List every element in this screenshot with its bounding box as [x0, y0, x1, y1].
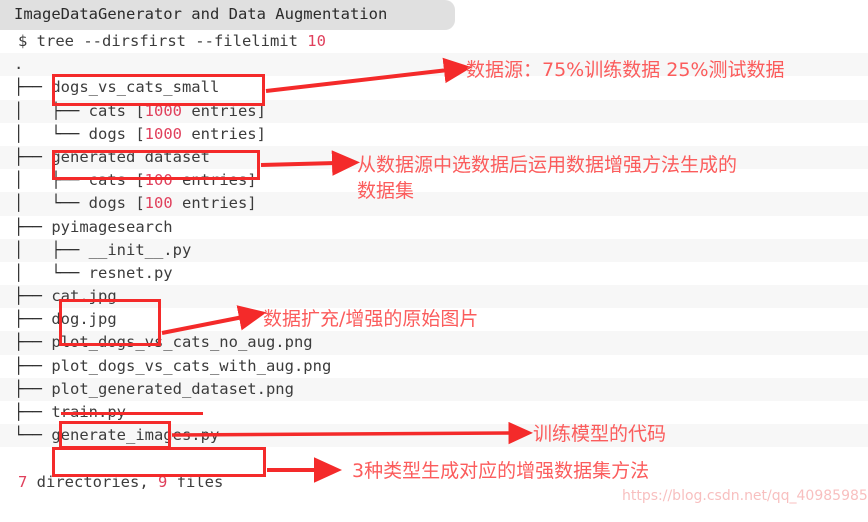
table-row: ├── plot_dogs_vs_cats_no_aug.png	[0, 331, 868, 355]
watermark: https://blog.csdn.net/qq_40985985	[622, 488, 868, 504]
tree-summary: 7 directories, 9 files	[18, 473, 223, 492]
tree-branch: ├──	[14, 356, 52, 375]
tree-name: cats [	[88, 101, 145, 120]
tree-line: │ ├── cats [1000 entries]	[14, 102, 266, 121]
tree-line: │ ├── __init__.py	[14, 241, 191, 260]
tree-branch: ├──	[14, 403, 52, 421]
shell-prompt: $	[18, 32, 37, 50]
tree-branch: ├──	[14, 379, 52, 398]
tree-suffix: entries]	[172, 171, 257, 190]
command-line: $ tree --dirsfirst --filelimit 10	[18, 32, 326, 51]
directory-count: 7	[18, 472, 28, 491]
tree-line: ├── generated dataset	[14, 148, 210, 167]
annotation-train-code: 训练模型的代码	[533, 423, 667, 445]
tree-name: dogs_vs_cats_small	[51, 78, 220, 97]
tree-line: │ ├── cats [100 entries]	[14, 171, 257, 190]
terminal-output: $ tree --dirsfirst --filelimit 10 . ├── …	[0, 30, 868, 494]
annotation-data-source: 数据源：75%训练数据 25%测试数据	[466, 59, 785, 81]
tree-name: generated dataset	[51, 147, 210, 166]
tree-suffix: entries]	[181, 101, 266, 120]
table-row: ├── plot_dogs_vs_cats_with_aug.png	[0, 354, 868, 378]
annotation-generated-dataset: 从数据源中选数据后运用数据增强方法生成的 数据集	[357, 154, 738, 202]
tree-name: plot_generated_dataset.png	[51, 379, 294, 398]
tree-branch: │ └──	[14, 194, 89, 213]
terminal-row-command: $ tree --dirsfirst --filelimit 10	[0, 30, 868, 54]
tree-name: plot_dogs_vs_cats_no_aug.png	[51, 333, 313, 352]
table-row: ├── cat.jpg	[0, 285, 868, 309]
command-arg: 10	[307, 32, 326, 50]
tree-branch: │ ├──	[14, 171, 89, 190]
table-row: ├── pyimagesearch	[0, 215, 868, 239]
table-row: │ └── resnet.py	[0, 261, 868, 286]
tree-branch: │ └──	[14, 263, 89, 282]
tree-name: __init__.py	[88, 240, 192, 259]
file-count: 9	[158, 472, 168, 491]
file-label: files	[167, 472, 224, 491]
table-row: ├── plot_generated_dataset.png	[0, 377, 868, 401]
tree-branch: ├──	[14, 287, 52, 306]
tree-branch: ├──	[14, 310, 52, 329]
tree-suffix: entries]	[181, 124, 266, 143]
tree-branch: ├──	[14, 147, 52, 166]
directory-label: directories,	[27, 472, 158, 491]
tree-line: ├── pyimagesearch	[14, 218, 173, 237]
tree-suffix: entries]	[172, 194, 257, 213]
tree-line: │ └── dogs [100 entries]	[14, 194, 257, 213]
command-text: tree --dirsfirst --filelimit	[36, 32, 308, 50]
page-title: ImageDataGenerator and Data Augmentation	[14, 5, 388, 23]
tree-name: dogs [	[88, 124, 145, 143]
table-row: │ ├── cats [1000 entries]	[0, 99, 868, 123]
tree-branch: └──	[14, 426, 52, 445]
tree-branch: │ └──	[14, 124, 89, 143]
tree-name: generate_images.py	[51, 426, 220, 445]
tree-line: ├── dog.jpg	[14, 310, 117, 329]
tree-count: 1000	[144, 124, 182, 143]
annotation-source-images: 数据扩充/增强的原始图片	[263, 308, 479, 330]
tree-line: ├── plot_dogs_vs_cats_no_aug.png	[14, 333, 313, 352]
tree-line: │ └── dogs [1000 entries]	[14, 125, 266, 144]
tree-name: resnet.py	[88, 263, 173, 282]
screenshot-root: ImageDataGenerator and Data Augmentation…	[0, 0, 868, 522]
tree-branch: ├──	[14, 78, 52, 97]
tree-root: .	[14, 55, 24, 74]
tree-line: │ └── resnet.py	[14, 264, 173, 283]
tree-name: plot_dogs_vs_cats_with_aug.png	[51, 356, 332, 375]
table-row: └── generate_images.py	[0, 424, 868, 448]
tree-name: pyimagesearch	[51, 217, 173, 236]
tree-branch: │ ├──	[14, 240, 89, 259]
tree-line: └── generate_images.py	[14, 426, 219, 445]
title-bar: ImageDataGenerator and Data Augmentation	[0, 0, 455, 30]
tree-line: ├── plot_dogs_vs_cats_with_aug.png	[14, 357, 331, 376]
tree-line: ├── cat.jpg	[14, 287, 117, 306]
tree-line: ├── plot_generated_dataset.png	[14, 380, 294, 399]
table-row: │ └── dogs [1000 entries]	[0, 122, 868, 146]
tree-name: cats [	[88, 171, 145, 190]
tree-name: cat.jpg	[51, 287, 117, 306]
tree-name: dog.jpg	[51, 310, 117, 329]
tree-count: 100	[144, 171, 173, 190]
tree-line: ├── dogs_vs_cats_small	[14, 78, 219, 97]
tree-branch: ├──	[14, 333, 52, 352]
tree-branch: │ ├──	[14, 101, 89, 120]
tree-count: 1000	[144, 101, 182, 120]
underline-plot-generated	[61, 412, 203, 415]
table-row: │ ├── __init__.py	[0, 238, 868, 262]
tree-branch: ├──	[14, 217, 52, 236]
tree-count: 100	[144, 194, 173, 213]
annotation-generate-methods: 3种类型生成对应的增强数据集方法	[352, 460, 650, 482]
tree-name: dogs [	[88, 194, 145, 213]
